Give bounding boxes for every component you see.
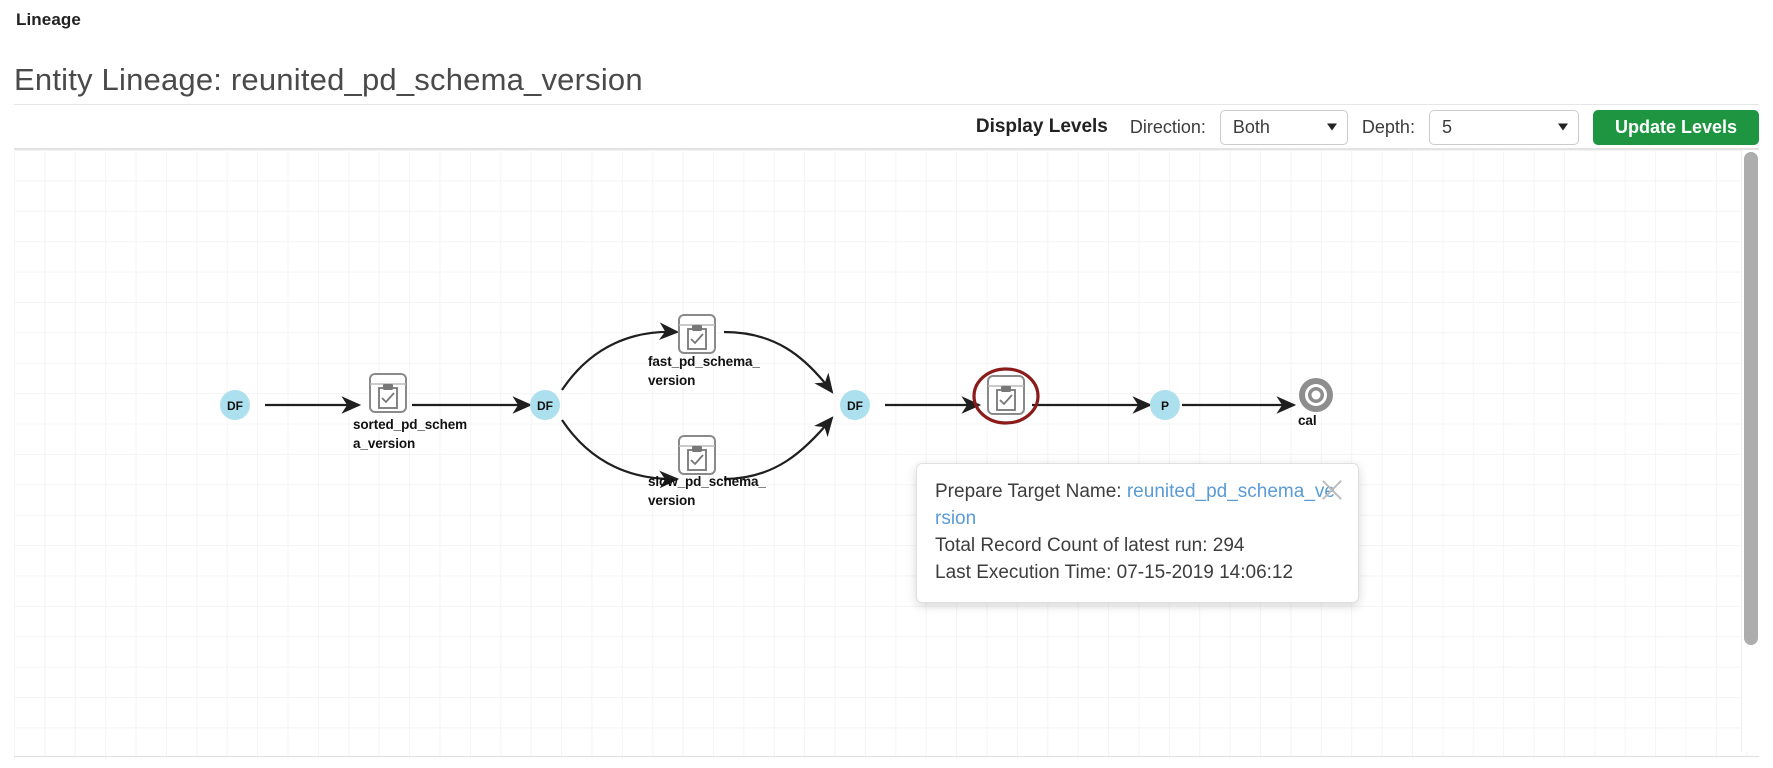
edge-df2-slow (561, 419, 680, 489)
node-df2-text: DF (537, 399, 553, 413)
node-df2[interactable]: DF (530, 390, 560, 420)
node-info-tooltip[interactable]: Prepare Target Name: reunited_pd_schema_… (916, 463, 1359, 603)
edge-group (265, 322, 1297, 489)
page-title: Entity Lineage: reunited_pd_schema_versi… (14, 62, 643, 97)
direction-select-value: Both (1232, 116, 1270, 137)
update-levels-button[interactable]: Update Levels (1592, 109, 1759, 145)
node-df3-text: DF (847, 399, 863, 413)
direction-select[interactable]: Both (1219, 109, 1348, 145)
display-levels-label: Display Levels (975, 116, 1108, 137)
node-fast-icon[interactable] (678, 314, 716, 354)
close-icon[interactable] (1318, 476, 1346, 504)
node-label-fast: fast_pd_schema_ version (648, 354, 760, 388)
node-p1-text: P (1161, 399, 1169, 413)
node-df1-text: DF (227, 399, 243, 413)
lineage-graph: DF DF DF P (220, 314, 1333, 489)
node-label-final: cal (1298, 413, 1317, 428)
node-p1[interactable]: P (1150, 390, 1180, 420)
direction-label: Direction: (1129, 116, 1206, 137)
vertical-scrollbar-track[interactable] (1741, 150, 1759, 752)
node-label-slow: slow_pd_schema_ version (648, 474, 766, 508)
chevron-down-icon (1326, 123, 1337, 131)
tooltip-prepare-label: Prepare Target Name: (935, 481, 1127, 502)
node-slow-icon[interactable] (678, 435, 716, 475)
node-final-bullseye-icon[interactable] (1299, 378, 1333, 412)
tooltip-last-execution-line: Last Execution Time: 07-15-2019 14:06:12 (935, 562, 1294, 583)
node-df1[interactable]: DF (220, 390, 250, 420)
chevron-down-icon (1557, 123, 1568, 131)
lineage-canvas[interactable]: DF DF DF P sorted_pd_schem a_version fas… (14, 148, 1759, 758)
depth-select-value: 5 (1441, 116, 1452, 137)
breadcrumb: Lineage (16, 10, 81, 29)
tooltip-record-count-line: Total Record Count of latest run: 294 (935, 535, 1245, 556)
canvas-bottom-divider (14, 756, 1759, 757)
edge-slow-df3 (723, 416, 834, 481)
depth-select[interactable]: 5 (1428, 109, 1579, 145)
node-sorted-icon[interactable] (369, 373, 407, 413)
node-label-sorted: sorted_pd_schem a_version (353, 417, 468, 451)
tooltip-prepare-target-line: Prepare Target Name: reunited_pd_schema_… (935, 478, 1340, 532)
node-df3[interactable]: DF (840, 390, 870, 420)
display-levels-toolbar: Display Levels Direction: Both Depth: 5 … (0, 105, 1773, 149)
vertical-scrollbar-thumb[interactable] (1744, 152, 1758, 645)
lineage-page: Lineage Entity Lineage: reunited_pd_sche… (0, 0, 1773, 768)
node-target-highlighted[interactable] (972, 367, 1040, 425)
depth-label: Depth: (1361, 116, 1415, 137)
